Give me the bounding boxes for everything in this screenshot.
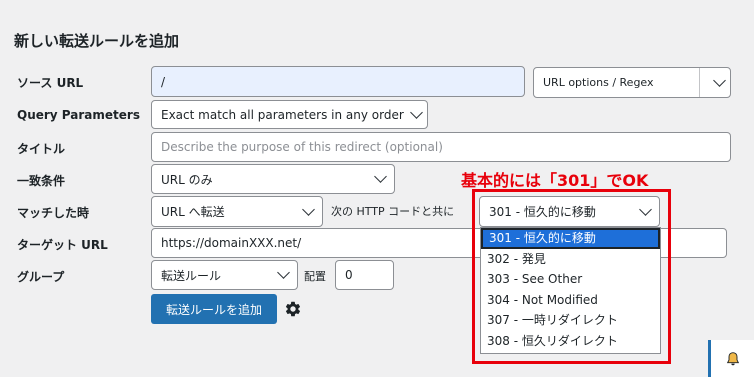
http-code-label: 次の HTTP コードと共に <box>331 205 455 218</box>
action-type-value: URL へ転送 <box>161 205 225 219</box>
match-condition-select[interactable]: URL のみ <box>151 164 395 194</box>
url-options-label: URL options / Regex <box>543 76 654 89</box>
when-matched-label: マッチした時 <box>17 206 90 220</box>
chevron-down-icon <box>712 73 726 87</box>
add-redirect-button[interactable]: 転送ルールを追加 <box>151 294 277 324</box>
chevron-down-icon <box>277 266 290 279</box>
source-url-input[interactable]: / <box>151 66 525 97</box>
title-input[interactable]: Describe the purpose of this redirect (o… <box>151 132 731 162</box>
annotation-text: 基本的には「301」でOK <box>461 171 649 190</box>
http-code-option-303[interactable]: 303 - See Other <box>481 269 660 290</box>
chevron-down-icon <box>302 202 315 216</box>
http-code-option-302[interactable]: 302 - 発見 <box>481 249 660 270</box>
group-select[interactable]: 転送ルール <box>151 260 298 290</box>
target-url-label: ターゲット URL <box>17 238 108 252</box>
page-title: 新しい転送ルールを追加 <box>14 32 180 50</box>
chevron-down-icon <box>409 105 423 119</box>
notification-panel[interactable] <box>708 340 754 377</box>
match-condition-label: 一致条件 <box>17 174 66 188</box>
url-options-toggle[interactable] <box>699 68 730 97</box>
url-options-split-button[interactable]: URL options / Regex <box>533 67 731 98</box>
action-type-select[interactable]: URL へ転送 <box>151 196 323 227</box>
chevron-down-icon <box>374 170 387 183</box>
gear-icon[interactable] <box>284 300 302 318</box>
http-code-option-304[interactable]: 304 - Not Modified <box>481 290 660 311</box>
position-label: 配置 <box>304 270 326 283</box>
http-code-option-308[interactable]: 308 - 恒久リダイレクト <box>481 331 660 352</box>
position-input[interactable]: 0 <box>335 260 394 290</box>
query-parameters-label: Query Parameters <box>17 108 140 122</box>
title-label: タイトル <box>17 142 66 156</box>
query-parameters-select[interactable]: Exact match all parameters in any order <box>151 100 428 129</box>
http-code-option-307[interactable]: 307 - 一時リダイレクト <box>481 310 660 331</box>
group-value: 転送ルール <box>161 268 222 283</box>
http-code-option-301[interactable]: 301 - 恒久的に移動 <box>481 228 660 249</box>
source-url-label: ソース URL <box>17 76 84 90</box>
group-label: グループ <box>17 270 65 284</box>
http-code-dropdown-list[interactable]: 301 - 恒久的に移動 302 - 発見 303 - See Other 30… <box>480 227 661 354</box>
bell-icon[interactable] <box>725 351 741 367</box>
query-parameters-value: Exact match all parameters in any order <box>161 107 404 122</box>
match-condition-value: URL のみ <box>161 172 213 187</box>
